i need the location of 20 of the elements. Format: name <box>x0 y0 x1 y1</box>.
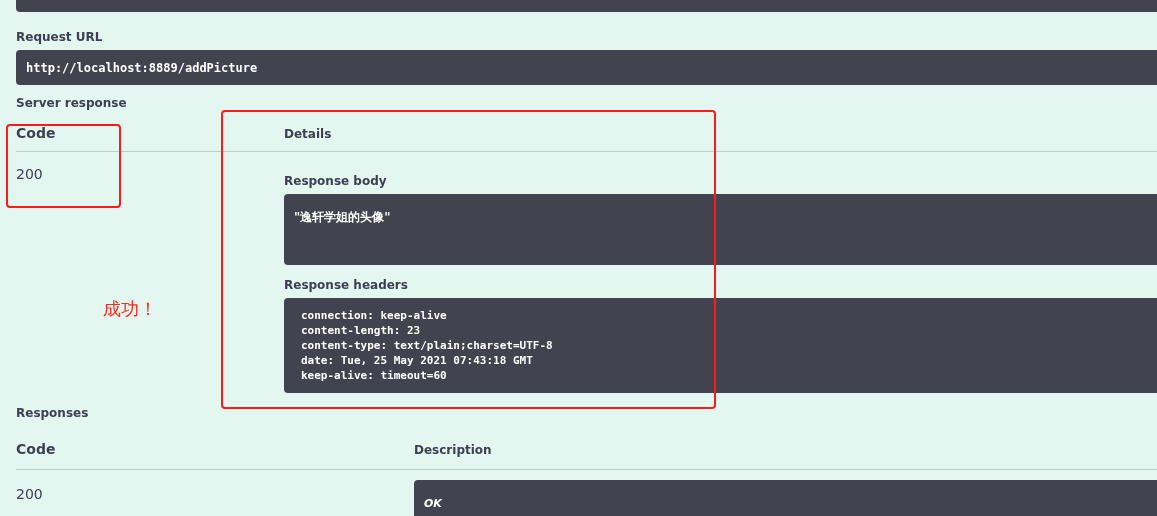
table-cell: 200 <box>16 486 43 502</box>
section-label: Responses <box>16 405 90 422</box>
header-line: content-type: text/plain;charset=UTF-8 <box>301 338 554 353</box>
header-line: connection: keep-alive <box>301 308 448 323</box>
response-body: "逸轩学姐的头像" <box>294 210 391 224</box>
column-header: Details <box>284 125 332 143</box>
header-line: content-length: 23 <box>301 323 422 338</box>
section-label: Request URL <box>16 29 104 46</box>
request-url: http://localhost:8889/addPicture <box>26 59 258 77</box>
column-header: Code <box>16 440 57 459</box>
section-label: Response body <box>284 173 388 190</box>
column-header: Code <box>16 124 57 143</box>
annotation-text: 成功！ <box>103 297 157 321</box>
table-cell: 200 <box>16 166 43 182</box>
header-line: keep-alive: timeout=60 <box>301 368 448 383</box>
section-label: Response headers <box>284 277 409 294</box>
description-text: OK <box>424 497 442 510</box>
section-label: Server response <box>16 95 128 112</box>
header-line: date: Tue, 25 May 2021 07:43:18 GMT <box>301 353 534 368</box>
column-header: Description <box>414 441 492 459</box>
